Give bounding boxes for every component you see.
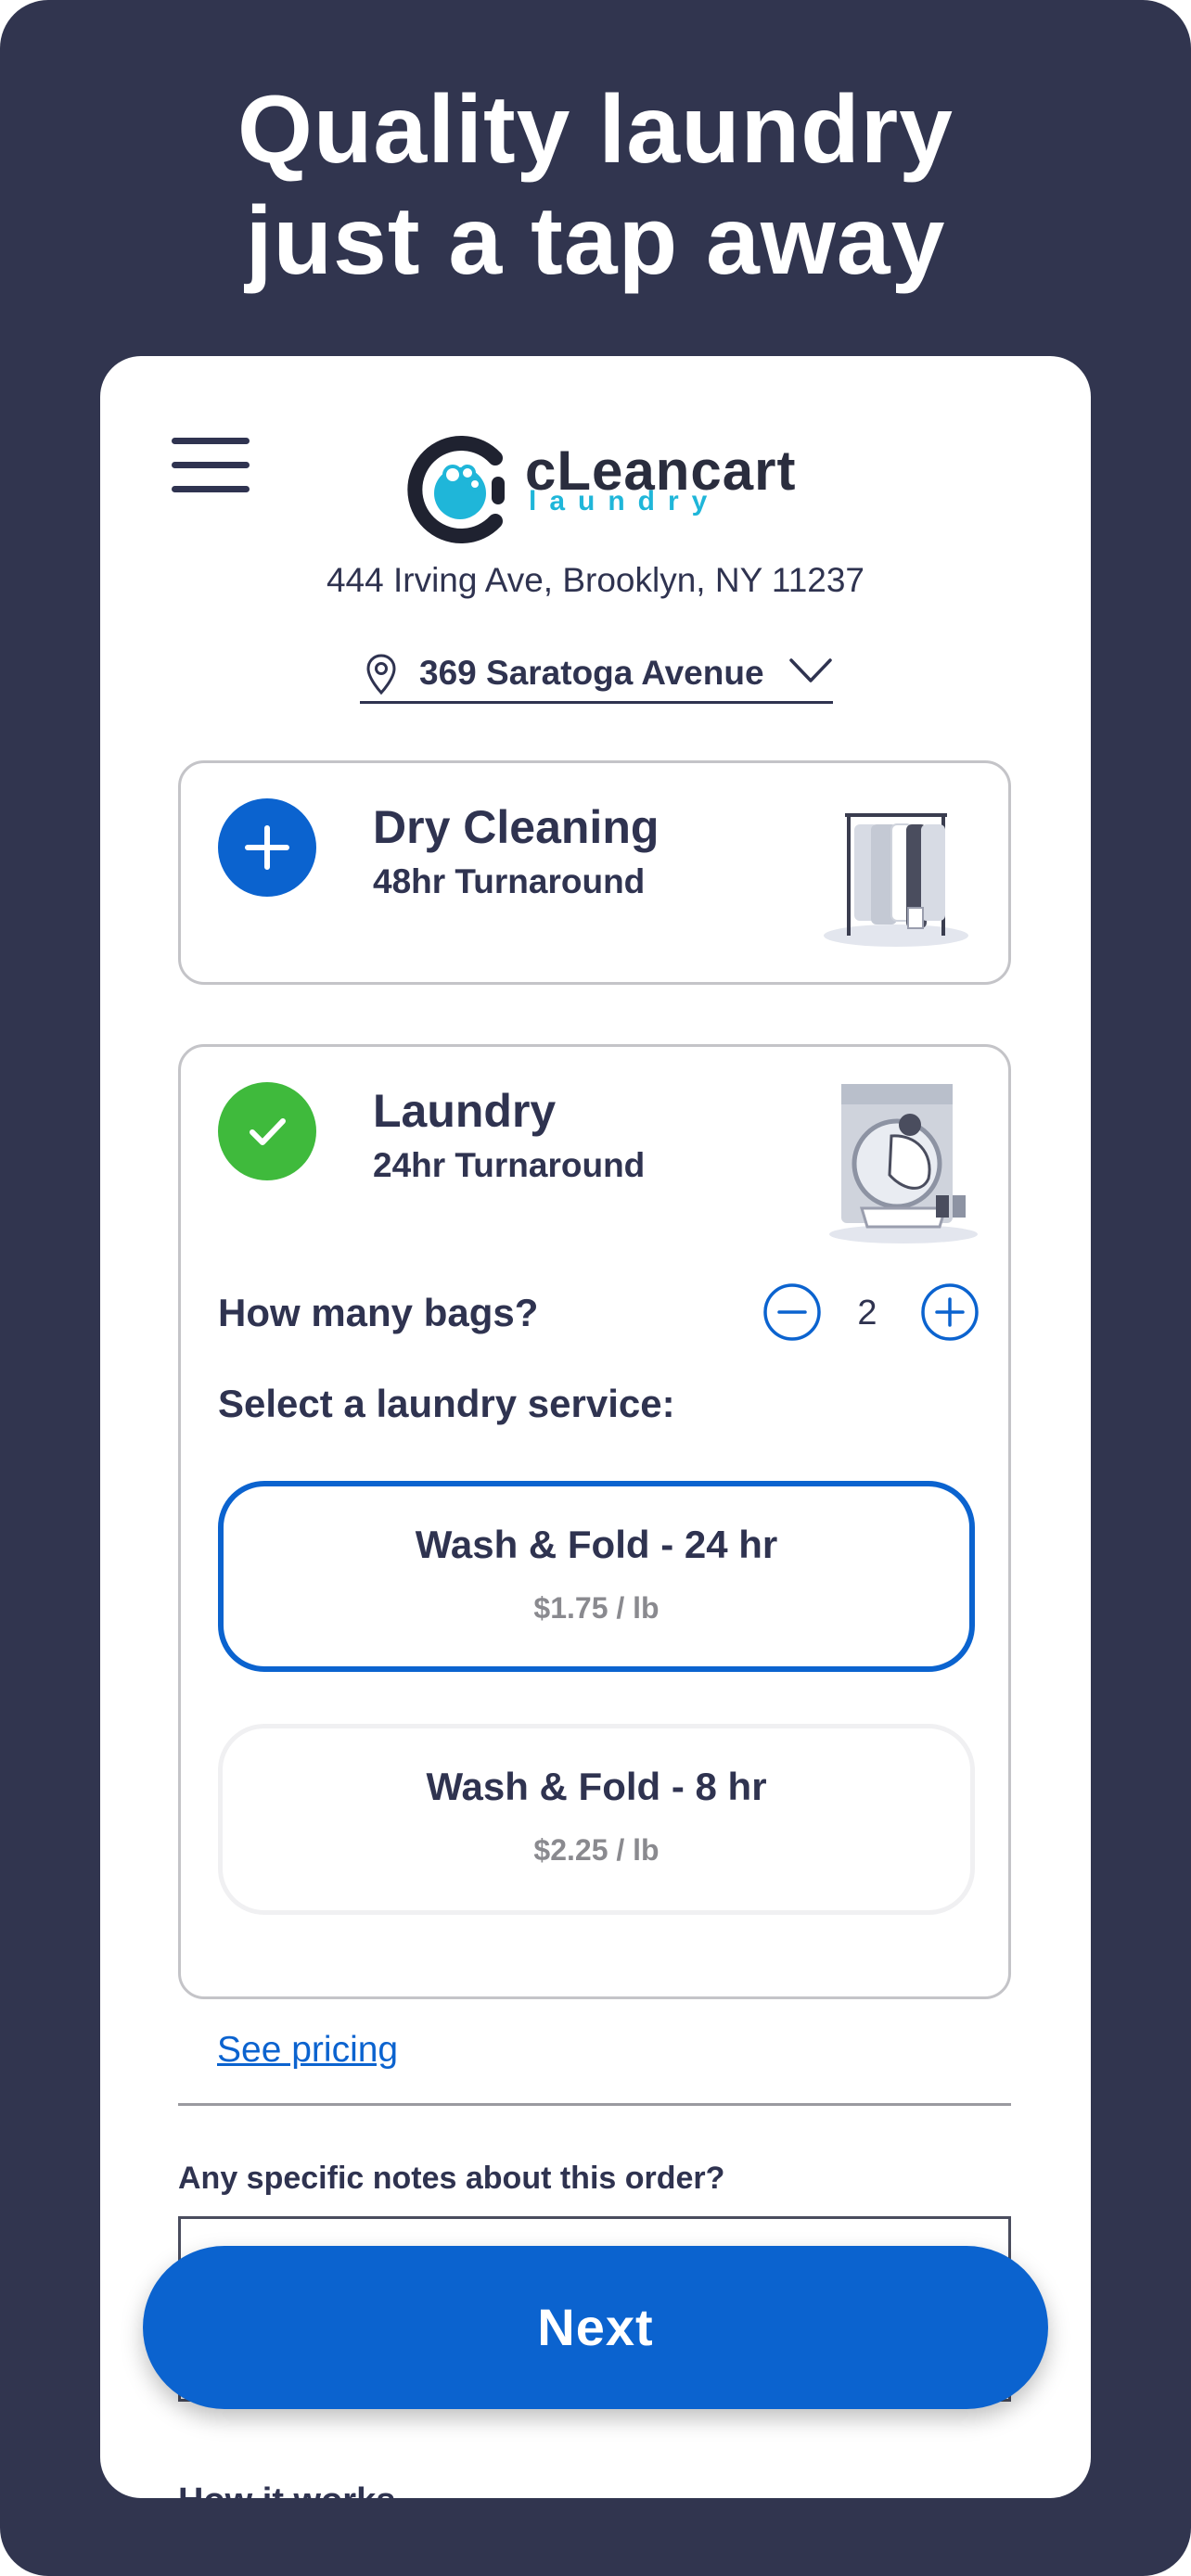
decrease-bags-button[interactable]: [762, 1282, 822, 1342]
menu-bar-icon: [172, 462, 250, 468]
brand-subname: Laundry: [529, 486, 721, 516]
dry-cleaning-card[interactable]: Dry Cleaning 48hr Turnaround: [178, 760, 1011, 985]
service-turnaround: 48hr Turnaround: [373, 862, 646, 900]
option-name: Wash & Fold - 24 hr: [415, 1523, 778, 1566]
app-screen: cLeancart Laundry 444 Irving Ave, Brookl…: [100, 356, 1091, 2498]
check-icon: [250, 1118, 286, 1145]
option-price: $1.75 / lb: [533, 1591, 660, 1625]
option-price: $2.25 / lb: [533, 1833, 660, 1867]
option-name: Wash & Fold - 8 hr: [426, 1765, 767, 1808]
bag-count: 2: [857, 1294, 877, 1333]
service-title: Dry Cleaning: [373, 801, 660, 853]
location-label: 369 Saratoga Avenue: [419, 654, 764, 692]
menu-bar-icon: [172, 486, 250, 492]
menu-bar-icon: [172, 438, 250, 444]
washing-machine-illustration: [829, 1084, 978, 1243]
brand-logo-icon: [407, 436, 505, 543]
how-it-works-heading: How it works: [178, 2480, 395, 2498]
location-selector[interactable]: 369 Saratoga Avenue: [360, 644, 833, 704]
clothes-rack-illustration: [824, 813, 968, 947]
notes-label: Any specific notes about this order?: [178, 2161, 725, 2196]
bags-label: How many bags?: [218, 1291, 539, 1334]
service-turnaround: 24hr Turnaround: [373, 1146, 646, 1184]
service-title: Laundry: [373, 1085, 557, 1137]
service-select-label: Select a laundry service:: [218, 1382, 675, 1425]
see-pricing-link[interactable]: See pricing: [217, 2029, 398, 2072]
section-divider: [178, 2103, 1011, 2106]
marketing-frame: Quality laundry just a tap away cLeancar…: [0, 0, 1191, 2576]
laundry-selected-indicator[interactable]: [218, 1082, 316, 1180]
add-dry-cleaning-button[interactable]: [218, 798, 316, 897]
increase-bags-button[interactable]: [920, 1282, 980, 1342]
address-text: 444 Irving Ave, Brooklyn, NY 11237: [326, 561, 865, 599]
menu-button[interactable]: [172, 438, 250, 493]
service-option-8hr[interactable]: Wash & Fold - 8 hr $2.25 / lb: [218, 1724, 975, 1915]
headline-line-2: just a tap away: [245, 187, 946, 295]
headline: Quality laundry just a tap away: [0, 74, 1191, 297]
chevron-down-icon: [789, 658, 832, 682]
location-pin-icon: [366, 654, 396, 695]
laundry-card: Laundry 24hr Turnaround How many bags? 2: [178, 1044, 1011, 1999]
headline-line-1: Quality laundry: [237, 76, 954, 184]
plus-icon: [245, 825, 289, 870]
service-option-24hr[interactable]: Wash & Fold - 24 hr $1.75 / lb: [218, 1481, 975, 1672]
next-button[interactable]: Next: [143, 2246, 1048, 2409]
